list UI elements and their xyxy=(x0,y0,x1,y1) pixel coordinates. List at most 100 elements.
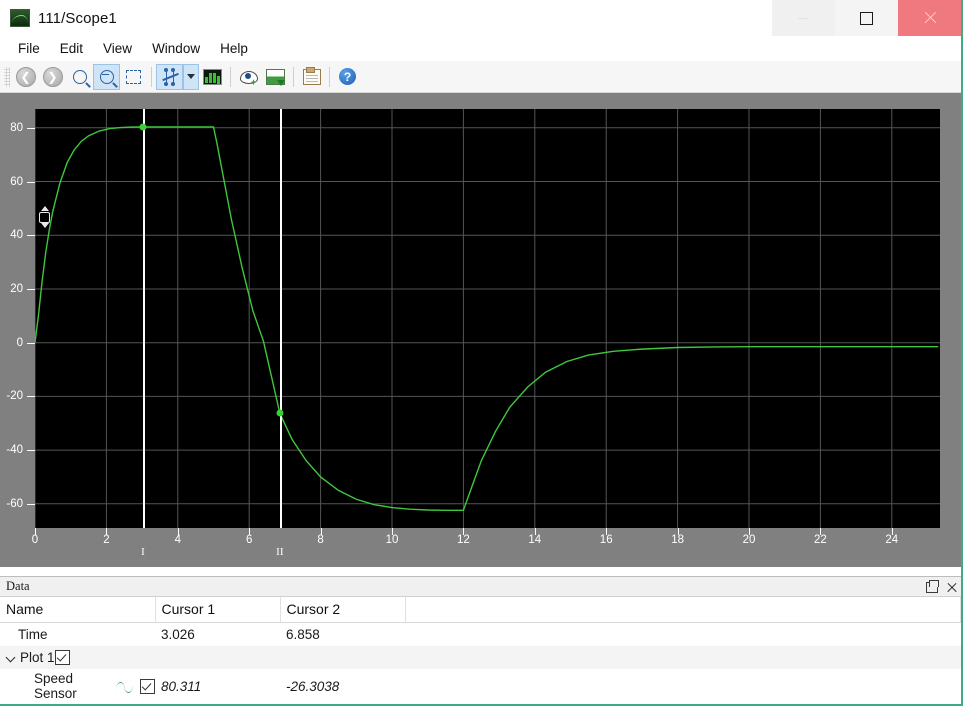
forward-icon: ❯ xyxy=(42,66,63,87)
toolbar-separator xyxy=(329,66,330,87)
cursor1-value xyxy=(155,646,280,669)
toolbar-separator xyxy=(230,66,231,87)
spinner-up-icon xyxy=(40,206,49,211)
undock-icon[interactable] xyxy=(926,579,939,593)
scope-window: 111/Scope1 File Edit View Window Help ❮ … xyxy=(0,0,963,706)
plot-canvas[interactable] xyxy=(35,109,940,528)
minimize-button[interactable] xyxy=(772,0,835,36)
spinner-down-icon xyxy=(40,223,49,228)
x-tick-label: 12 xyxy=(456,534,470,546)
table-header-row: Name Cursor 1 Cursor 2 xyxy=(0,597,961,623)
table-row[interactable]: Time 3.026 6.858 xyxy=(0,623,961,647)
window-title: 111/Scope1 xyxy=(38,9,117,27)
title-bar: 111/Scope1 xyxy=(0,0,961,36)
toolbar-grip[interactable] xyxy=(4,66,10,87)
measurements-dropdown-button[interactable] xyxy=(183,63,199,90)
copy-to-clipboard-icon xyxy=(302,66,321,85)
cursor2-value xyxy=(280,646,405,669)
cursor2-value: -26.3038 xyxy=(286,678,340,694)
copy-to-clipboard-button[interactable] xyxy=(298,64,325,90)
zoom-out-icon xyxy=(99,69,114,84)
close-icon[interactable] xyxy=(946,582,957,593)
x-tick-label: 0 xyxy=(31,534,39,546)
help-icon: ? xyxy=(339,68,356,85)
x-tick-label: 24 xyxy=(885,534,899,546)
x-tick-label: 6 xyxy=(245,534,253,546)
cursor-line[interactable] xyxy=(143,109,146,528)
x-tick-label: 8 xyxy=(317,534,324,546)
cursor-marker xyxy=(276,409,284,417)
table-row[interactable]: Plot 1 xyxy=(0,646,961,669)
y-tick-label: 0 xyxy=(16,336,23,349)
back-button[interactable]: ❮ xyxy=(12,64,39,90)
visibility-checkbox[interactable] xyxy=(140,678,155,694)
signal-wave-icon xyxy=(116,681,134,693)
column-header-name[interactable]: Name xyxy=(0,597,156,623)
cursor-label: I xyxy=(141,546,145,558)
y-tick-label: 40 xyxy=(10,229,23,242)
x-tick-label: 4 xyxy=(174,534,181,546)
cursor-line[interactable] xyxy=(279,109,282,528)
x-tick-label: 10 xyxy=(385,534,399,546)
zoom-in-icon xyxy=(72,69,87,84)
data-panel: Data Name Cursor 1 Cursor 2 Time 3.026 6.8… xyxy=(0,576,961,704)
y-tick-mark xyxy=(27,288,35,290)
y-tick-mark xyxy=(27,503,35,505)
signal-plot xyxy=(35,109,940,528)
row-name-cell: Speed Sensor xyxy=(0,669,155,703)
close-button[interactable] xyxy=(898,0,961,36)
window-controls xyxy=(772,0,961,36)
chevron-down-icon xyxy=(187,74,195,79)
menu-help[interactable]: Help xyxy=(210,39,258,58)
x-tick-label: 22 xyxy=(813,534,827,546)
maximize-button[interactable] xyxy=(835,0,898,36)
configuration-properties-button[interactable] xyxy=(199,64,226,90)
close-icon xyxy=(923,11,937,25)
highlight-signal-button[interactable]: + xyxy=(235,64,262,90)
row-spacer xyxy=(405,623,961,647)
data-panel-title: Data xyxy=(6,579,30,593)
cursor1-value: 3.026 xyxy=(161,627,195,642)
y-tick-label: 80 xyxy=(10,121,23,134)
toolbar: ❮ ❯ + ? xyxy=(0,61,961,93)
zoom-out-button[interactable] xyxy=(93,63,120,90)
plot-region: 80 60 40 20 0 -20 -40 -60 0 2 4 6 8 10 12 14 16 18 20 22 24 I… xyxy=(0,93,961,567)
cursor-marker xyxy=(139,123,147,131)
visibility-checkbox[interactable] xyxy=(54,650,70,665)
x-tick-label: 2 xyxy=(103,534,110,546)
back-icon: ❮ xyxy=(15,66,36,87)
row-spacer xyxy=(405,669,961,703)
row-label: Plot 1 xyxy=(20,650,55,665)
cursor2-value: 6.858 xyxy=(286,627,320,642)
zoom-in-button[interactable] xyxy=(66,64,93,90)
toolbar-separator xyxy=(151,66,152,87)
toolbar-separator xyxy=(293,66,294,87)
menu-view[interactable]: View xyxy=(93,39,142,58)
y-tick-mark xyxy=(27,342,35,344)
menu-edit[interactable]: Edit xyxy=(50,39,93,58)
menu-window[interactable]: Window xyxy=(142,39,210,58)
cursor-label: II xyxy=(276,546,284,558)
configuration-properties-icon xyxy=(203,68,222,85)
print-to-figure-icon xyxy=(266,68,285,86)
forward-button[interactable]: ❯ xyxy=(39,64,66,90)
minimize-icon xyxy=(798,17,809,19)
fit-to-view-button[interactable] xyxy=(120,64,147,90)
column-header-cursor2[interactable]: Cursor 2 xyxy=(280,597,406,623)
y-range-spinner[interactable] xyxy=(38,206,51,228)
table-row[interactable]: Speed Sensor 80.311 -26.3038 xyxy=(0,669,961,703)
column-header-cursor1[interactable]: Cursor 1 xyxy=(155,597,281,623)
y-tick-label: -60 xyxy=(6,497,23,510)
y-tick-mark xyxy=(27,396,35,398)
cursor1-value: 80.311 xyxy=(161,678,202,694)
row-name-cell: Time xyxy=(0,623,155,647)
row-label: Speed Sensor xyxy=(34,671,77,701)
highlight-signal-icon: + xyxy=(240,70,258,86)
cursor-data-table: Name Cursor 1 Cursor 2 Time 3.026 6.858 Plo… xyxy=(0,597,961,703)
cursor-measurements-button[interactable] xyxy=(156,63,183,90)
print-to-figure-button[interactable] xyxy=(262,64,289,90)
menu-file[interactable]: File xyxy=(8,39,50,58)
help-button[interactable]: ? xyxy=(334,64,361,90)
chevron-down-icon[interactable] xyxy=(6,652,17,663)
fit-to-view-icon xyxy=(126,69,141,84)
